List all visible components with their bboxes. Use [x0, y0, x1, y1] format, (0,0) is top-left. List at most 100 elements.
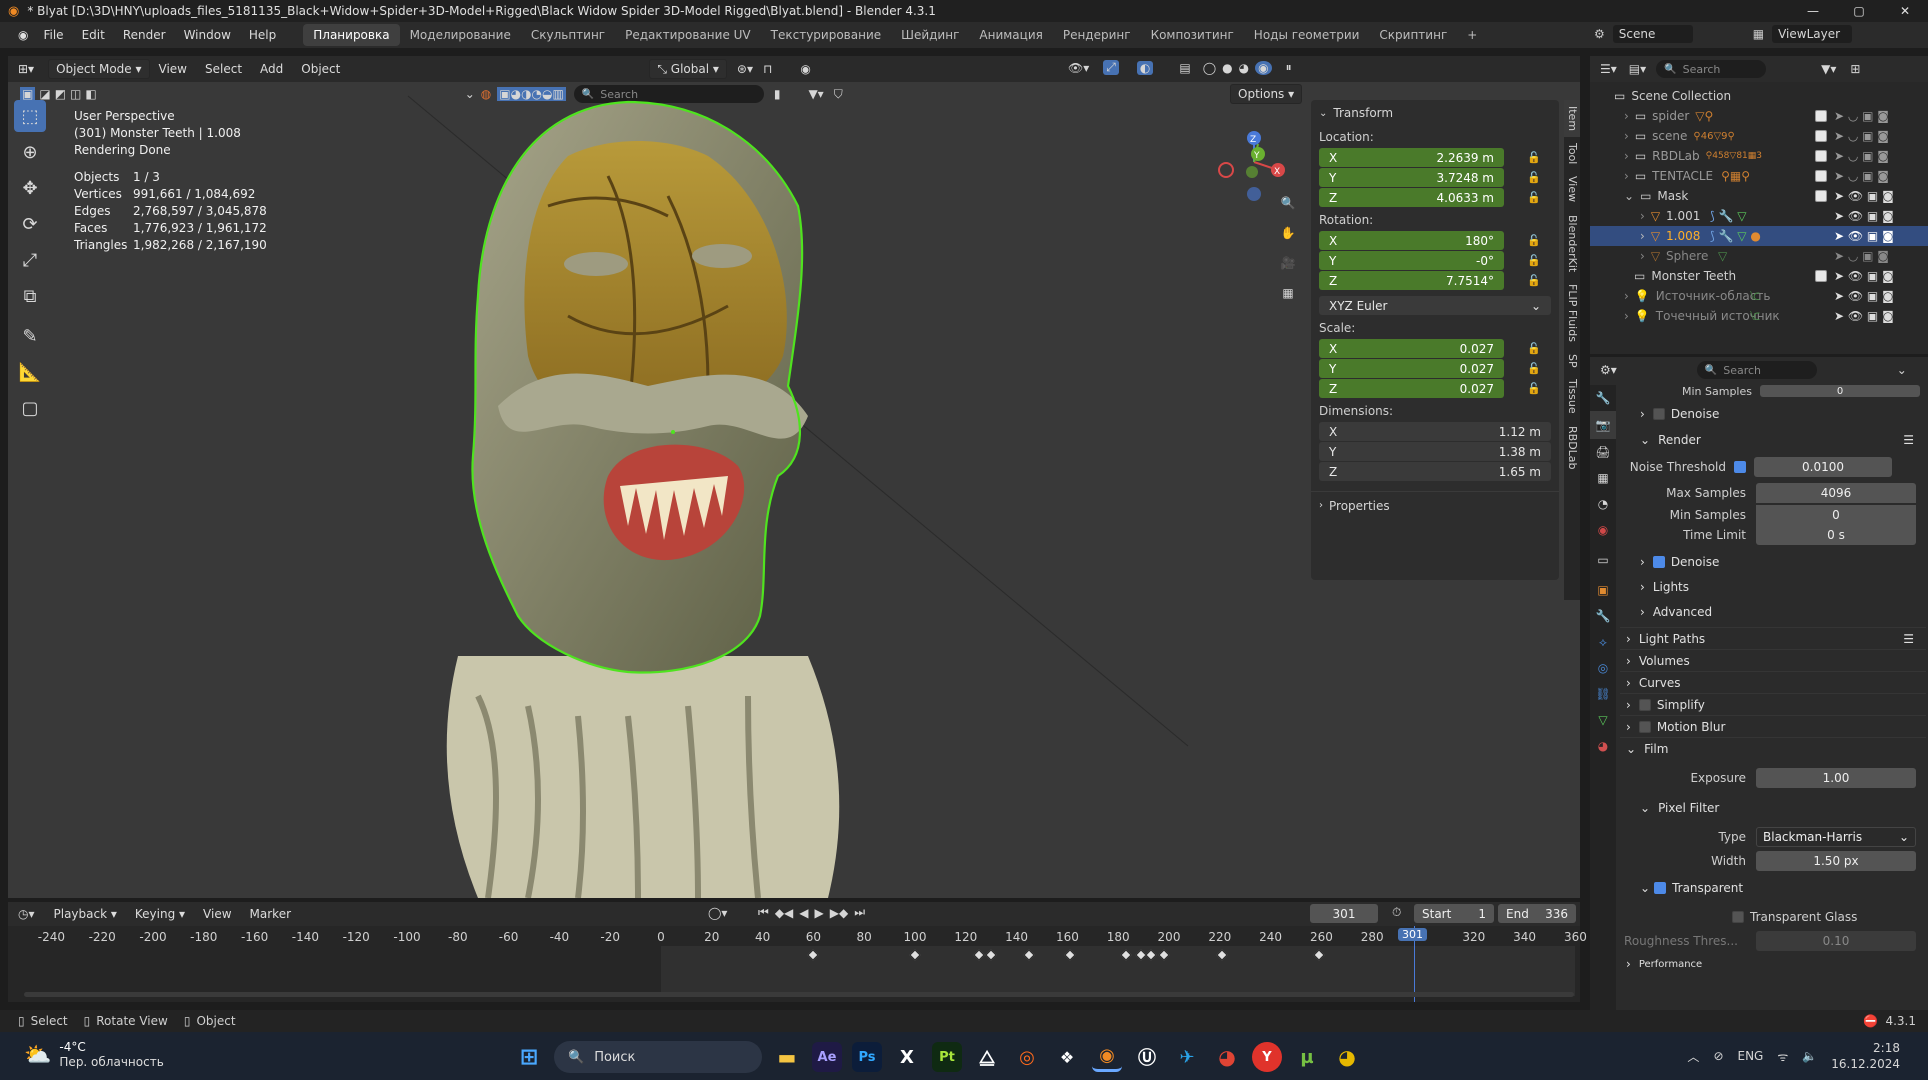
tool-tab-icon[interactable]: 🔧	[1590, 385, 1616, 411]
list-icon[interactable]: ☰	[1903, 632, 1914, 646]
tab-scripting[interactable]: Скриптинг	[1369, 24, 1457, 46]
sidebar-tab-sp[interactable]: SP	[1564, 348, 1580, 374]
timeline-menu-keying[interactable]: Keying ▾	[126, 907, 194, 921]
utorrent-icon[interactable]: µ	[1292, 1042, 1322, 1072]
ortho-grid-icon[interactable]: ▦	[1276, 286, 1300, 316]
restrict-icons[interactable]: ➤ ◡ ▣ ◙	[1834, 109, 1889, 123]
motion-blur-row[interactable]: › Motion Blur	[1620, 715, 1926, 737]
maximize-icon[interactable]: ▢	[1836, 4, 1882, 18]
menu-file[interactable]: File	[34, 28, 72, 42]
scale-y-field[interactable]: Y 0.027	[1319, 359, 1504, 378]
visibility-checkbox[interactable]	[1815, 110, 1827, 122]
noise-threshold-checkbox[interactable]	[1734, 461, 1746, 473]
sidebar-tab-flip-fluids[interactable]: FLIP Fluids	[1564, 278, 1580, 348]
restrict-icons[interactable]: ➤ ◡ ▣ ◙	[1834, 129, 1889, 143]
restrict-icons[interactable]: ➤ 👁 ▣ ◙	[1834, 309, 1894, 323]
view-layer-icon[interactable]: ▦	[1753, 27, 1764, 41]
file-explorer-icon[interactable]: ▬	[772, 1042, 802, 1072]
davinci-icon[interactable]: ❖	[1052, 1042, 1082, 1072]
visibility-checkbox[interactable]	[1815, 170, 1827, 182]
scene-name[interactable]: Scene	[1612, 25, 1693, 43]
outliner-item-sphere[interactable]: › ▽ Sphere ▽ ➤ ◡ ▣ ◙	[1590, 246, 1928, 266]
sidebar-tab-tissue[interactable]: Tissue	[1564, 373, 1580, 420]
visibility-checkbox[interactable]	[1815, 190, 1827, 202]
outliner-item-tentacle[interactable]: › ▭ TENTACLE ⚲▦⚲ ➤ ◡ ▣ ◙	[1590, 166, 1928, 186]
painter-icon[interactable]: Pt	[932, 1042, 962, 1072]
tab-texture-paint[interactable]: Текстурирование	[761, 24, 891, 46]
pan-hand-icon[interactable]: ✋	[1276, 226, 1300, 256]
simplify-row[interactable]: › Simplify	[1620, 693, 1926, 715]
rotation-y-field[interactable]: Y -0°	[1319, 251, 1504, 270]
noise-threshold-field[interactable]: 0.0100	[1754, 457, 1892, 477]
minimize-icon[interactable]: —	[1790, 4, 1836, 18]
filter-type-dropdown[interactable]: Blackman-Harris ⌄	[1756, 827, 1916, 847]
lock-icon[interactable]: 🔓	[1526, 382, 1542, 395]
telegram-icon[interactable]: ✈	[1172, 1042, 1202, 1072]
end-frame-field[interactable]: End 336	[1498, 904, 1576, 923]
network-icon[interactable]: ⊘	[1713, 1049, 1723, 1063]
tab-layout[interactable]: Планировка	[303, 24, 400, 46]
jump-start-icon[interactable]: ⏮	[758, 905, 769, 920]
chrome-icon[interactable]: ◕	[1212, 1042, 1242, 1072]
scale-z-field[interactable]: Z 0.027	[1319, 379, 1504, 398]
outliner-item-scene[interactable]: › ▭ scene ⚲46▽9⚲ ➤ ◡ ▣ ◙	[1590, 126, 1928, 146]
simplify-checkbox[interactable]	[1638, 698, 1651, 711]
restrict-icons[interactable]: ➤ 👁 ▣ ◙	[1834, 189, 1894, 203]
exposure-field[interactable]: 1.00	[1756, 768, 1916, 788]
camera-view-icon[interactable]: 🎥	[1276, 256, 1300, 286]
dimensions-x-field[interactable]: X 1.12 m	[1319, 422, 1551, 441]
sidebar-tab-view[interactable]: View	[1564, 170, 1580, 208]
time-limit-field[interactable]: 0 s	[1756, 525, 1916, 545]
output-tab-icon[interactable]: 🖨	[1590, 439, 1616, 465]
restrict-icons[interactable]: ➤ 👁 ▣ ◙	[1834, 229, 1894, 243]
visibility-checkbox[interactable]	[1815, 130, 1827, 142]
performance-row[interactable]: › Performance	[1620, 957, 1926, 971]
sidebar-tab-blenderkit[interactable]: BlenderKit	[1564, 209, 1580, 278]
after-effects-icon[interactable]: Ae	[812, 1042, 842, 1072]
tab-animation[interactable]: Анимация	[969, 24, 1052, 46]
scale-x-field[interactable]: X 0.027	[1319, 339, 1504, 358]
material-tab-icon[interactable]: ◕	[1590, 733, 1616, 759]
playhead-frame-label[interactable]: 301	[1398, 928, 1427, 941]
denoise-viewport-row[interactable]: › Denoise	[1620, 403, 1926, 425]
photoshop-icon[interactable]: Ps	[852, 1042, 882, 1072]
stopwatch-icon[interactable]: ⏱	[1392, 905, 1401, 920]
film-row[interactable]: ⌄ Film	[1620, 737, 1926, 759]
denoise-row[interactable]: › Denoise	[1620, 551, 1926, 573]
sidebar-tab-item[interactable]: Item	[1564, 100, 1580, 138]
tab-uv-editing[interactable]: Редактирование UV	[615, 24, 761, 46]
list-icon[interactable]: ☰	[1903, 433, 1914, 447]
max-samples-field[interactable]: 4096	[1756, 483, 1916, 503]
outliner-item-spider[interactable]: › ▭ spider ▽⚲ ➤ ◡ ▣ ◙	[1590, 106, 1928, 126]
restrict-icons[interactable]: ➤ ◡ ▣ ◙	[1834, 149, 1889, 163]
lock-icon[interactable]: 🔓	[1526, 254, 1542, 267]
location-y-field[interactable]: Y 3.7248 m	[1319, 168, 1504, 187]
tab-compositing[interactable]: Композитинг	[1141, 24, 1244, 46]
scene-collection-row[interactable]: ▭ Scene Collection	[1590, 86, 1928, 106]
unreal-icon[interactable]: Ⓤ	[1132, 1042, 1162, 1072]
filter-funnel-icon[interactable]: ▼▾	[1821, 62, 1836, 76]
lock-icon[interactable]: 🔓	[1526, 151, 1542, 164]
restrict-icons[interactable]: ➤ 👁 ▣ ◙	[1834, 269, 1894, 283]
clock[interactable]: 2:18 16.12.2024	[1831, 1040, 1900, 1072]
prev-keyframe-icon[interactable]: ◆◀	[775, 906, 793, 920]
blender-menu-icon[interactable]: ◉	[18, 28, 28, 42]
modifier-tab-icon[interactable]: 🔧	[1590, 603, 1616, 629]
object-tab-icon[interactable]: ▣	[1590, 577, 1616, 603]
lock-icon[interactable]: 🔓	[1526, 191, 1542, 204]
lock-icon[interactable]: 🔓	[1526, 274, 1542, 287]
lock-icon[interactable]: 🔓	[1526, 362, 1542, 375]
transparent-glass-checkbox[interactable]	[1732, 911, 1744, 923]
display-mode-icon[interactable]: ▤▾	[1629, 62, 1646, 76]
yandex-icon[interactable]: Y	[1252, 1042, 1282, 1072]
render-tab-icon[interactable]: 📷	[1590, 411, 1616, 439]
properties-subpanel-header[interactable]: › Properties	[1311, 491, 1559, 519]
visibility-checkbox[interactable]	[1815, 150, 1827, 162]
transform-header[interactable]: ⌄ Transform	[1311, 100, 1559, 126]
restrict-icons[interactable]: ➤ ◡ ▣ ◙	[1834, 169, 1889, 183]
timeline-menu-view[interactable]: View	[194, 907, 240, 921]
current-frame-field[interactable]: 301	[1310, 904, 1378, 923]
sidebar-tab-tool[interactable]: Tool	[1564, 137, 1580, 170]
volumes-row[interactable]: › Volumes	[1620, 649, 1926, 671]
transparent-checkbox[interactable]	[1654, 882, 1667, 894]
